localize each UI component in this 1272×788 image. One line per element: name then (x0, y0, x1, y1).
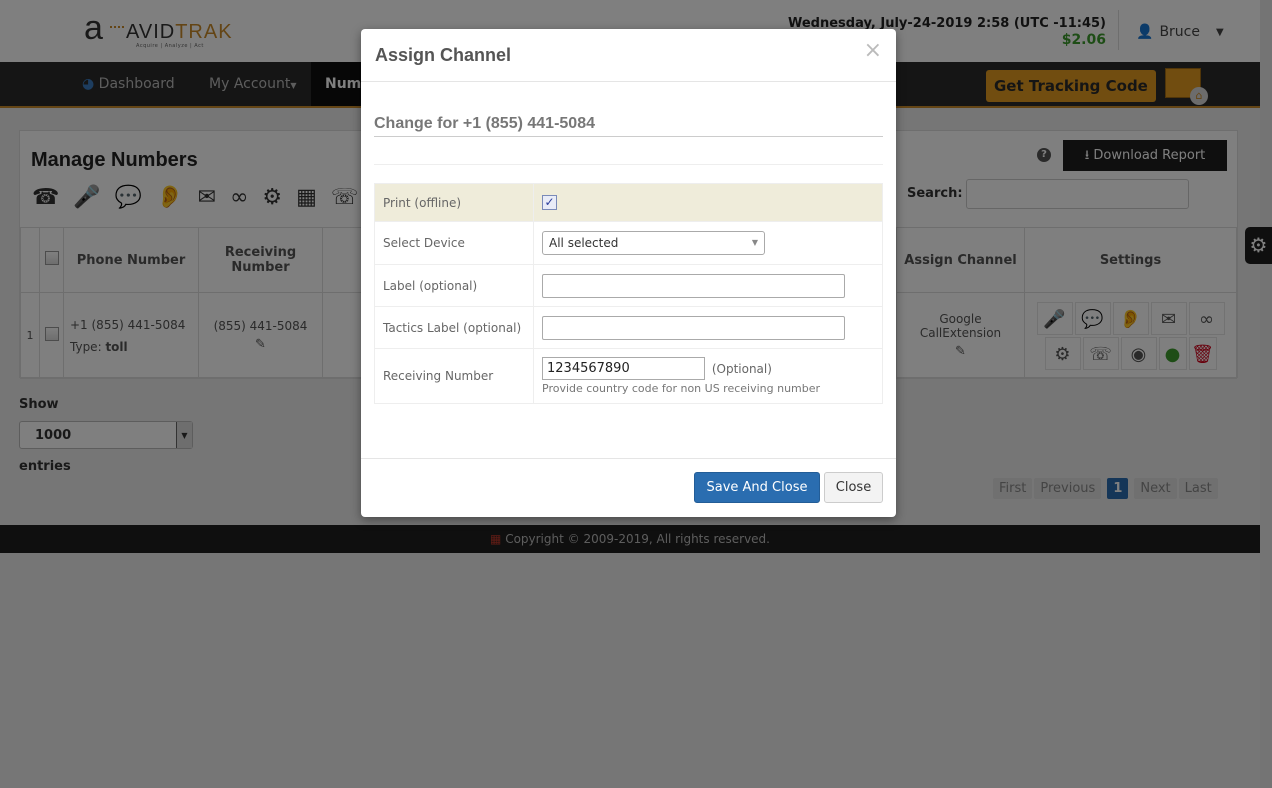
form-row-label: Label (optional) (374, 264, 883, 307)
modal-header: Assign Channel × (361, 29, 896, 82)
label-input[interactable] (542, 273, 845, 298)
modal-footer (361, 458, 896, 459)
label-field-label: Label (optional) (374, 264, 534, 307)
form-row-print: Print (offline) ✓ (374, 183, 883, 222)
tactics-label-input[interactable] (542, 315, 845, 340)
receiving-number-label: Receiving Number (374, 348, 534, 404)
chevron-down-icon: ▼ (751, 238, 758, 247)
select-device-dropdown[interactable]: All selected ▼ (542, 231, 765, 255)
select-device-label: Select Device (374, 221, 534, 265)
receiving-number-hint: Provide country code for non US receivin… (542, 382, 821, 395)
tactics-label-field-label: Tactics Label (optional) (374, 306, 534, 349)
form-row-tactics: Tactics Label (optional) (374, 306, 883, 349)
print-offline-checkbox[interactable]: ✓ (542, 195, 557, 210)
assign-channel-form: Print (offline) ✓ Select Device All sele… (374, 183, 883, 404)
assign-channel-modal: Assign Channel × Change for +1 (855) 441… (361, 29, 896, 517)
optional-note: (Optional) (711, 361, 772, 376)
modal-title: Assign Channel (375, 45, 512, 65)
receiving-number-input[interactable]: 1234567890 (542, 357, 705, 380)
form-row-receiving: Receiving Number 1234567890 (Optional) P… (374, 348, 883, 404)
close-icon[interactable]: × (864, 40, 882, 62)
print-label: Print (offline) (374, 183, 534, 222)
close-button[interactable]: Close (824, 472, 883, 503)
form-row-device: Select Device All selected ▼ (374, 221, 883, 265)
change-for-heading: Change for +1 (855) 441-5084 (374, 115, 883, 137)
save-and-close-button[interactable]: Save And Close (694, 472, 820, 503)
